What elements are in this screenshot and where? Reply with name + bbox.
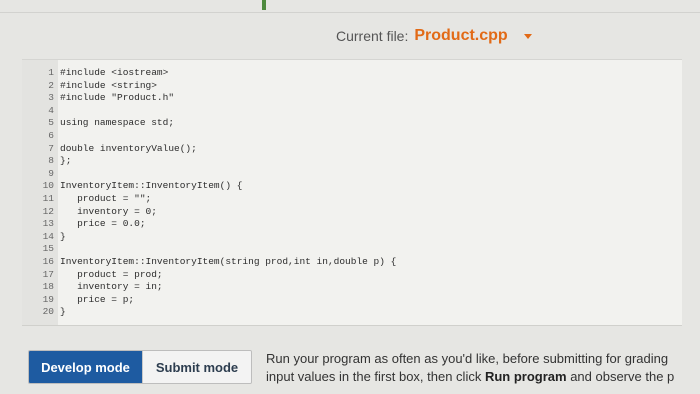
instructions-line-2: input values in the first box, then clic… xyxy=(266,368,700,386)
line-number: 7 xyxy=(48,142,54,154)
code-text: #include <string> xyxy=(60,79,157,91)
line-number: 19 xyxy=(42,293,54,305)
code-text: }; xyxy=(60,155,72,167)
line-number: 4 xyxy=(48,104,54,116)
code-line: 14} xyxy=(22,231,682,244)
instructions-line-2-start: input values in the first box, then clic… xyxy=(266,369,485,384)
code-line: 20} xyxy=(22,306,682,319)
code-line: 3 #include "Product.h" xyxy=(22,92,682,105)
chevron-down-icon[interactable] xyxy=(523,33,532,39)
mode-bar: Develop mode Submit mode Run your progra… xyxy=(0,340,700,394)
line-number: 2 xyxy=(48,79,54,91)
code-text: product = prod; xyxy=(60,268,163,280)
code-line: 8}; xyxy=(22,155,682,168)
develop-mode-button[interactable]: Develop mode xyxy=(29,351,142,383)
code-text: #include <iostream> xyxy=(60,67,169,78)
top-divider xyxy=(0,12,700,13)
code-line: 15 xyxy=(22,243,682,256)
top-accent-bar xyxy=(262,0,266,10)
code-line: 2 #include <string> xyxy=(22,80,682,93)
code-line: 13 price = 0.0; xyxy=(22,218,682,231)
code-line: 7 double inventoryValue(); xyxy=(22,143,682,156)
run-program-emphasis: Run program xyxy=(484,369,567,384)
code-line: 10 InventoryItem::InventoryItem() { xyxy=(22,180,682,193)
line-number: 17 xyxy=(42,268,54,280)
current-file-label: Current file: xyxy=(336,28,409,44)
code-line: 12 inventory = 0; xyxy=(22,206,682,219)
code-line: 16 InventoryItem::InventoryItem(string pr… xyxy=(22,256,682,269)
line-number: 3 xyxy=(48,92,54,104)
instructions-line-2-end: and observe the p xyxy=(566,369,675,384)
code-line: 17 product = prod; xyxy=(22,269,682,282)
current-file-name[interactable]: Product.cpp xyxy=(414,27,507,45)
line-number: 15 xyxy=(42,243,54,255)
code-line: 4 xyxy=(22,105,682,118)
code-line: 19 price = p; xyxy=(22,294,682,307)
line-number: 6 xyxy=(48,129,54,141)
code-lines: 1 #include <iostream> 2 #include <string> 3 #… xyxy=(22,67,682,319)
submit-mode-button[interactable]: Submit mode xyxy=(142,351,251,383)
line-number: 11 xyxy=(42,192,54,204)
code-line: 6 xyxy=(22,130,682,143)
line-number: 10 xyxy=(42,180,54,192)
code-line: 5 using namespace std; xyxy=(22,117,682,130)
instructions-text: Run your program as often as you'd like,… xyxy=(266,350,700,386)
code-text: } xyxy=(60,230,66,242)
code-text: InventoryItem::InventoryItem(string prod… xyxy=(60,255,397,267)
code-line: 1 #include <iostream> xyxy=(22,67,682,80)
line-number: 13 xyxy=(42,218,54,230)
current-file-selector[interactable]: Current file: Product.cpp xyxy=(336,24,532,48)
code-line: 11 product = ""; xyxy=(22,193,682,206)
code-text: inventory = in; xyxy=(60,281,163,293)
code-text: price = p; xyxy=(60,293,135,305)
code-text: #include "Product.h" xyxy=(60,92,175,104)
code-text: InventoryItem::InventoryItem() { xyxy=(60,180,243,192)
line-number: 12 xyxy=(42,205,54,217)
line-number: 20 xyxy=(42,306,54,318)
line-number: 16 xyxy=(42,255,54,267)
code-text: product = ""; xyxy=(60,192,152,204)
line-number: 5 xyxy=(48,117,54,129)
code-editor[interactable]: 1 #include <iostream> 2 #include <string> 3 #… xyxy=(22,59,682,326)
code-text: price = 0.0; xyxy=(60,218,146,230)
line-number: 9 xyxy=(48,167,54,179)
code-text: inventory = 0; xyxy=(60,205,157,217)
code-text: double inventoryValue(); xyxy=(60,142,197,154)
instructions-line-1: Run your program as often as you'd like,… xyxy=(266,351,669,366)
line-number: 18 xyxy=(42,281,54,293)
code-line: 9 xyxy=(22,168,682,181)
line-number: 14 xyxy=(42,230,54,242)
line-number: 1 xyxy=(48,67,54,78)
code-line: 18 inventory = in; xyxy=(22,281,682,294)
mode-toggle: Develop mode Submit mode xyxy=(28,350,252,384)
line-number: 8 xyxy=(48,155,54,167)
code-text: } xyxy=(60,306,66,318)
code-text: using namespace std; xyxy=(60,117,175,129)
